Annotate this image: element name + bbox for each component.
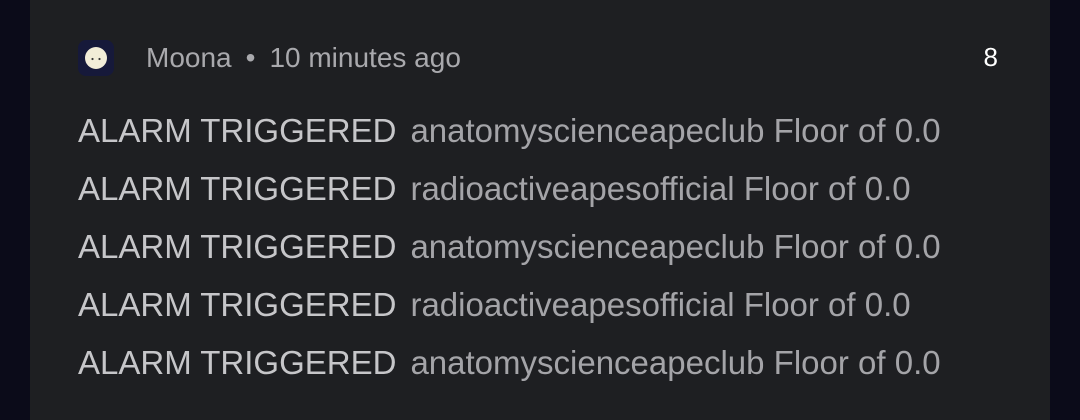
line-body: anatomyscienceapeclub Floor of 0.0 xyxy=(410,112,941,149)
line-body: anatomyscienceapeclub Floor of 0.0 xyxy=(410,344,941,381)
notification-line: ALARM TRIGGERED radioactiveapesofficial F… xyxy=(78,167,993,225)
notification-line: ALARM TRIGGERED anatomyscienceapeclub Flo… xyxy=(78,109,993,167)
notification-line: ALARM TRIGGERED anatomyscienceapeclub Flo… xyxy=(78,341,993,399)
notification-line: ALARM TRIGGERED anatomyscienceapeclub Flo… xyxy=(78,225,993,283)
line-title: ALARM TRIGGERED xyxy=(78,112,397,149)
moon-face-icon xyxy=(78,40,114,76)
line-title: ALARM TRIGGERED xyxy=(78,286,397,323)
line-title: ALARM TRIGGERED xyxy=(78,344,397,381)
notification-count-badge[interactable]: 8 xyxy=(958,42,998,73)
notification-timestamp: 10 minutes ago xyxy=(269,42,461,73)
line-body: radioactiveapesofficial Floor of 0.0 xyxy=(410,170,911,207)
line-body: radioactiveapesofficial Floor of 0.0 xyxy=(410,286,911,323)
notification-lines: ALARM TRIGGERED anatomyscienceapeclub Flo… xyxy=(78,109,993,399)
line-body: anatomyscienceapeclub Floor of 0.0 xyxy=(410,228,941,265)
header-separator: • xyxy=(245,42,256,73)
notification-card[interactable]: Moona • 10 minutes ago 8 ALARM TRIGGERED… xyxy=(30,0,1050,420)
app-name: Moona xyxy=(146,42,232,73)
line-title: ALARM TRIGGERED xyxy=(78,228,397,265)
notification-line: ALARM TRIGGERED radioactiveapesofficial F… xyxy=(78,283,993,341)
notification-header: Moona • 10 minutes ago 8 xyxy=(78,38,998,78)
line-title: ALARM TRIGGERED xyxy=(78,170,397,207)
